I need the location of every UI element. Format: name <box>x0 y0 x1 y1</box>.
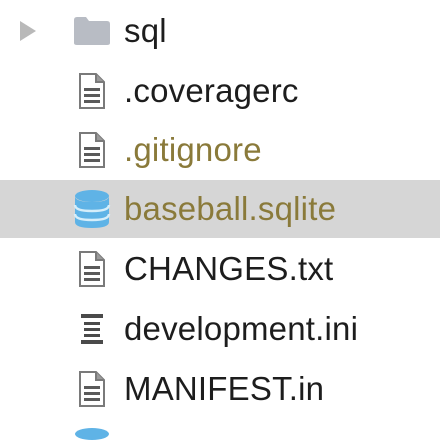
tree-row-manifest-in[interactable]: MANIFEST.in <box>0 360 440 418</box>
config-file-icon <box>72 307 112 351</box>
tree-item-label: baseball.sqlite <box>124 190 337 227</box>
tree-item-label: .coveragerc <box>124 72 299 109</box>
tree-item-label: .gitignore <box>124 131 262 168</box>
tree-row-sql[interactable]: sql <box>0 2 440 60</box>
tree-item-label: MANIFEST.in <box>124 370 325 407</box>
document-icon <box>72 367 112 411</box>
tree-item-label: CHANGES.txt <box>124 250 334 287</box>
document-icon <box>72 247 112 291</box>
database-icon <box>72 187 112 231</box>
tree-row-coveragerc[interactable]: .coveragerc <box>0 62 440 120</box>
database-icon <box>72 426 112 440</box>
tree-row-baseball-sqlite[interactable]: baseball.sqlite <box>0 180 440 238</box>
document-icon <box>72 69 112 113</box>
chevron-right-icon[interactable] <box>20 21 36 41</box>
tree-row-partial[interactable] <box>0 420 440 440</box>
folder-icon <box>72 9 112 53</box>
document-icon <box>72 128 112 172</box>
tree-item-label: development.ini <box>124 310 359 347</box>
tree-item-label: sql <box>124 12 167 49</box>
tree-row-changes-txt[interactable]: CHANGES.txt <box>0 240 440 298</box>
tree-row-development-ini[interactable]: development.ini <box>0 300 440 358</box>
project-file-tree: sql .coveragerc .gitignore baseball.sqli… <box>0 0 440 440</box>
tree-row-gitignore[interactable]: .gitignore <box>0 121 440 179</box>
